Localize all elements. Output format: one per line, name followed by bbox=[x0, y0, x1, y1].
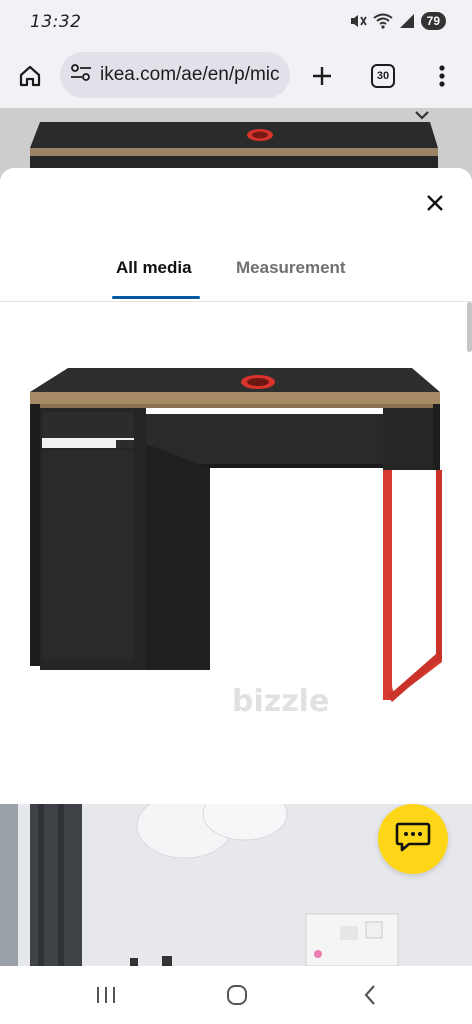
mute-icon bbox=[349, 13, 367, 29]
system-nav-bar bbox=[0, 966, 472, 1024]
wifi-icon bbox=[373, 13, 393, 29]
home-icon[interactable] bbox=[12, 58, 48, 94]
url-text[interactable]: ikea.com/ae/en/p/mic bbox=[100, 64, 280, 86]
status-icons: 79 bbox=[349, 12, 446, 30]
back-icon[interactable] bbox=[350, 980, 390, 1010]
status-bar: 13:32 79 bbox=[0, 0, 472, 46]
new-tab-icon[interactable] bbox=[304, 58, 340, 94]
scrollbar[interactable] bbox=[467, 302, 472, 352]
status-time: 13:32 bbox=[30, 12, 82, 32]
tab-count: 30 bbox=[371, 64, 395, 88]
close-icon[interactable] bbox=[420, 188, 450, 218]
product-image-desk[interactable]: bizzle bbox=[0, 358, 472, 719]
chat-icon bbox=[395, 821, 431, 858]
tabs-icon[interactable]: 30 bbox=[365, 58, 401, 94]
browser-toolbar: ikea.com/ae/en/p/mic 30 bbox=[0, 46, 472, 108]
tab-all-media[interactable]: All media bbox=[116, 258, 192, 278]
home-nav-icon[interactable] bbox=[217, 980, 257, 1010]
recent-apps-icon[interactable] bbox=[86, 980, 126, 1010]
chat-button[interactable] bbox=[378, 804, 448, 874]
battery-icon: 79 bbox=[420, 12, 446, 30]
site-settings-icon[interactable] bbox=[70, 63, 92, 88]
signal-icon bbox=[399, 13, 415, 29]
watermark: bizzle bbox=[232, 684, 330, 719]
media-tabs: All media Measurement bbox=[0, 244, 472, 302]
address-bar[interactable]: ikea.com/ae/en/p/mic bbox=[60, 52, 290, 98]
tab-measurement[interactable]: Measurement bbox=[236, 258, 346, 278]
more-menu-icon[interactable] bbox=[424, 58, 460, 94]
active-tab-indicator bbox=[112, 296, 200, 299]
